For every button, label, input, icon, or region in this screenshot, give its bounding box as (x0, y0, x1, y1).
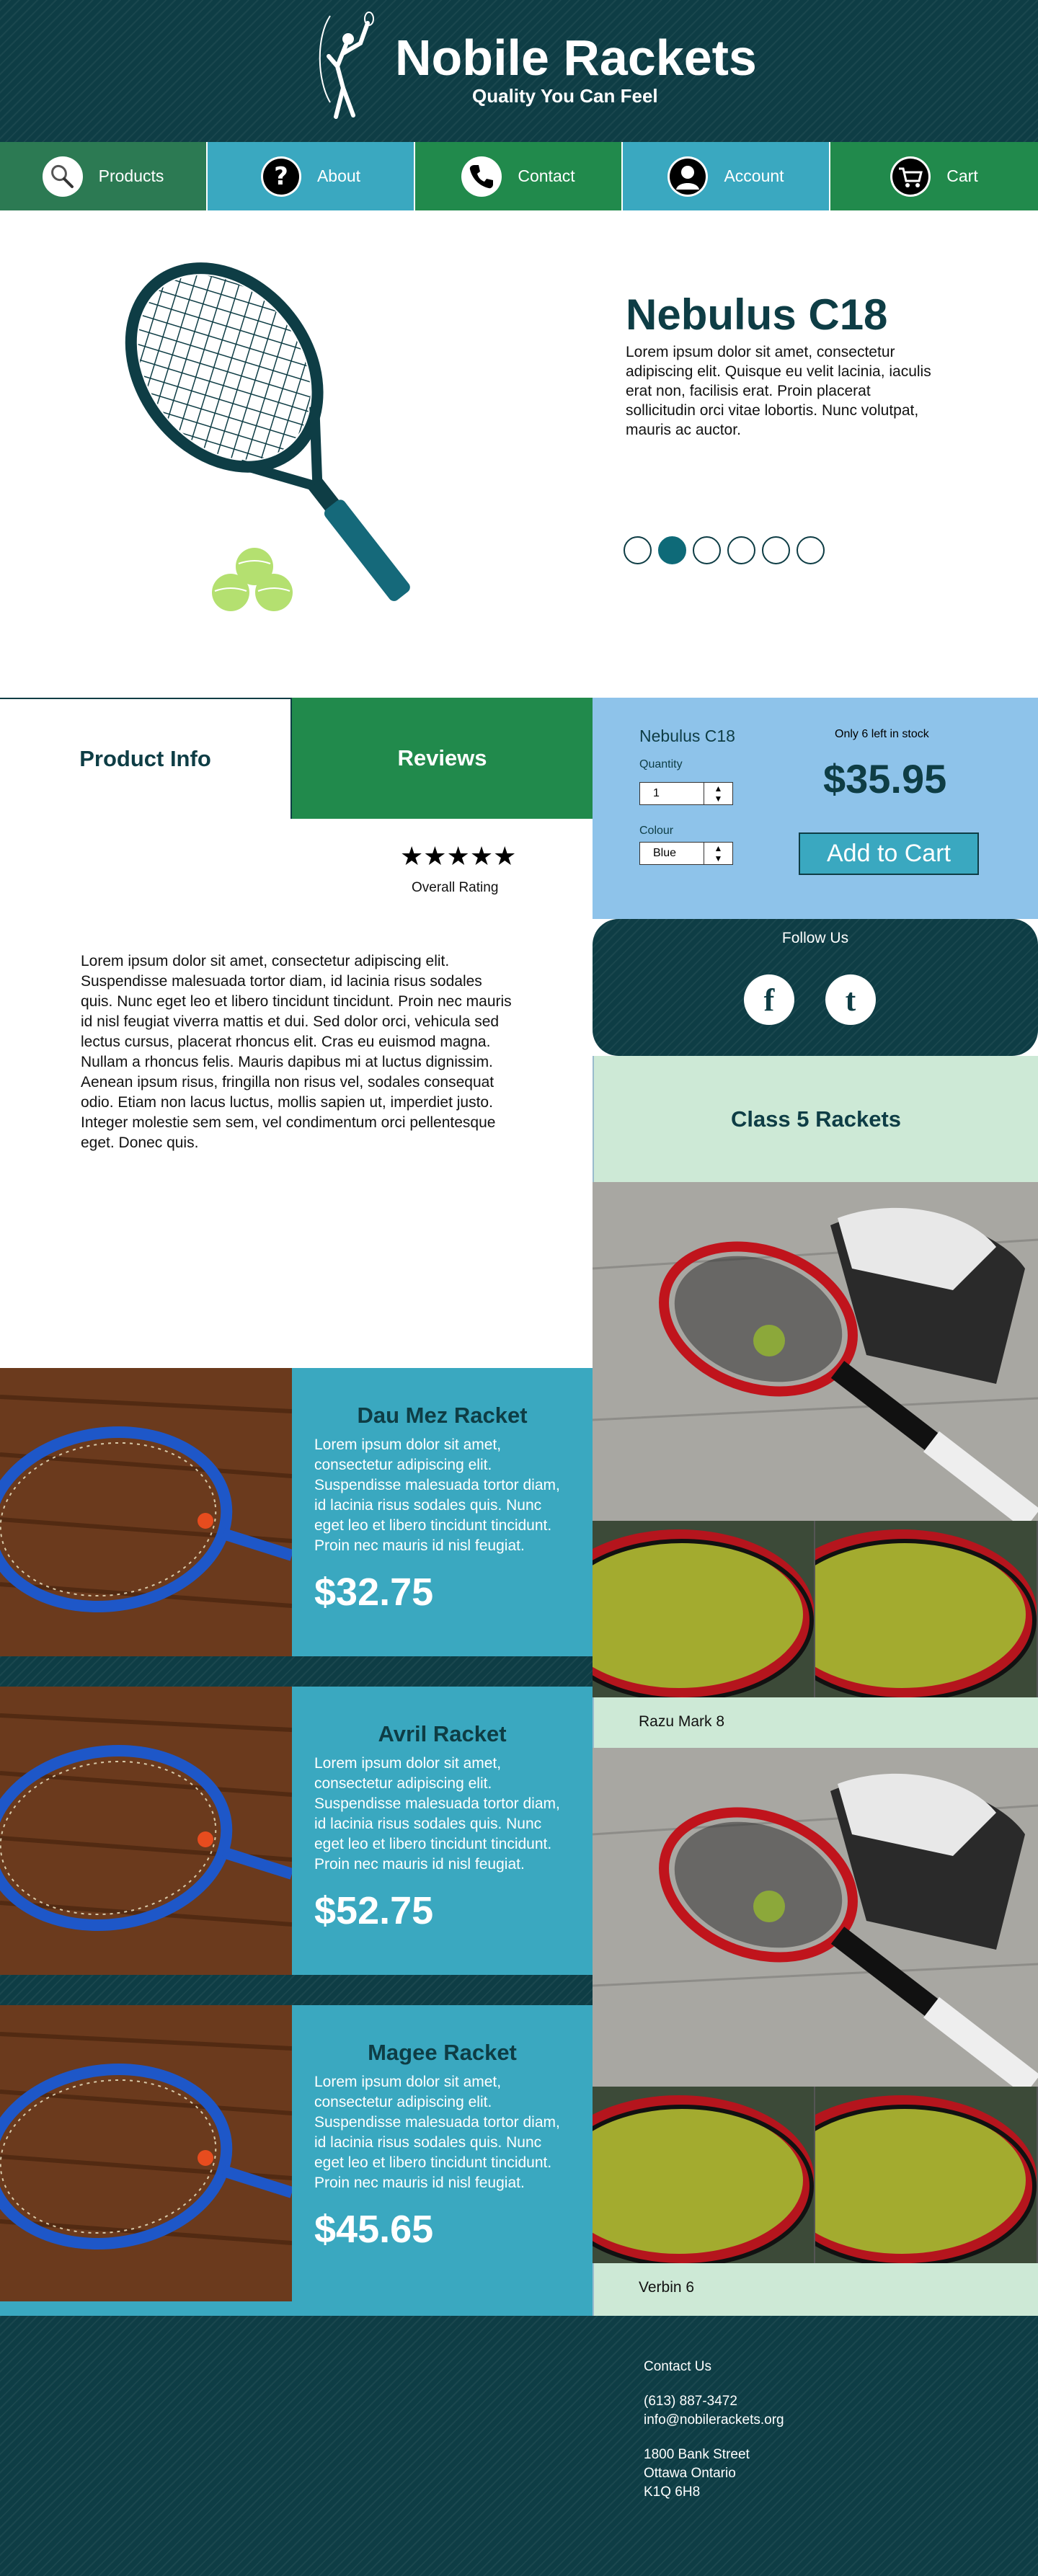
product-text: Lorem ipsum dolor sit amet, consectetur … (314, 1436, 560, 1554)
tab-label: Reviews (397, 745, 487, 770)
quantity-value: 1 (653, 787, 660, 799)
divider-band (0, 1975, 593, 2005)
nav-item-contact[interactable]: Contact (415, 142, 623, 210)
tab-reviews[interactable]: Reviews (292, 698, 593, 819)
site-footer: Contact Us (613) 887-3472 info@nobilerac… (0, 2316, 1038, 2576)
svg-text:?: ? (274, 162, 288, 191)
quantity-select[interactable]: 1 ▲ ▼ (639, 782, 733, 805)
divider-band (0, 1656, 593, 1687)
site-title: Nobile Rackets (395, 30, 757, 86)
sidebar-caption[interactable]: Verbin 6 (593, 2263, 1038, 2316)
nav-item-cart[interactable]: Cart (830, 142, 1038, 210)
nav-item-products[interactable]: Products (0, 142, 208, 210)
tab-product-info[interactable]: Product Info (0, 698, 292, 819)
hero-text: Lorem ipsum dolor sit amet, consectetur … (626, 344, 931, 438)
sidebar-racket-photo[interactable] (593, 1748, 1038, 2087)
product-price: $52.75 (314, 1889, 434, 1932)
footer-postal: K1Q 6H8 (644, 2484, 701, 2500)
tennis-player-icon (319, 12, 374, 119)
thumbnail-image[interactable] (593, 1521, 815, 1697)
sidebar-item-name: Razu Mark 8 (639, 1713, 725, 1730)
product-card[interactable]: Avril Racket Lorem ipsum dolor sit amet,… (0, 1687, 593, 1975)
footer-city: Ottawa Ontario (644, 2466, 736, 2481)
nav-label: Contact (518, 166, 575, 185)
product-name: Dau Mez Racket (357, 1403, 528, 1428)
updown-arrows-icon: ▲ ▼ (704, 843, 732, 864)
slider-dot[interactable] (727, 536, 755, 564)
sidebar-caption[interactable]: Razu Mark 8 (593, 1697, 1038, 1748)
product-card[interactable]: Dau Mez Racket Lorem ipsum dolor sit ame… (0, 1368, 593, 1656)
facebook-icon[interactable]: f (744, 974, 794, 1025)
purchase-product-name: Nebulus C18 (639, 727, 735, 745)
add-to-cart-button[interactable]: Add to Cart (799, 832, 979, 875)
product-tabs: Product Info Reviews ★★★★★ Overall Ratin… (0, 698, 593, 1368)
nav-label: Account (724, 166, 784, 185)
hero-slider: Nebulus C18 Lorem ipsum dolor sit amet, … (0, 210, 1038, 698)
nav-item-about[interactable]: ? About (208, 142, 415, 210)
product-name: Avril Racket (378, 1721, 507, 1746)
product-card[interactable]: Magee Racket Lorem ipsum dolor sit amet,… (0, 2005, 593, 2316)
question-icon: ? (260, 156, 301, 197)
thumbnail-image[interactable] (815, 1521, 1038, 1697)
product-price: $32.75 (314, 1571, 434, 1614)
tab-label: Product Info (79, 746, 211, 771)
slider-dot[interactable] (624, 536, 652, 564)
quantity-label: Quantity (639, 758, 683, 770)
product-image[interactable] (0, 1368, 292, 1656)
sidebar-thumbnails (593, 2087, 1038, 2263)
product-description: Lorem ipsum dolor sit amet, consectetur … (81, 953, 512, 1151)
updown-arrows-icon: ▲ ▼ (704, 783, 732, 804)
footer-phone[interactable]: (613) 887-3472 (644, 2394, 737, 2410)
product-image[interactable] (0, 1687, 292, 1975)
product-price: $35.95 (823, 756, 947, 801)
user-icon (667, 156, 709, 197)
star-rating: ★★★★★ (400, 841, 517, 871)
site-tagline: Quality You Can Feel (472, 85, 658, 107)
footer-email[interactable]: info@nobilerackets.org (644, 2412, 784, 2428)
slider-dot[interactable] (797, 536, 825, 564)
twitter-icon[interactable]: t (825, 974, 876, 1025)
slider-dot-active[interactable] (658, 536, 686, 564)
product-text: Lorem ipsum dolor sit amet, consectetur … (314, 2074, 560, 2191)
class-rackets-title: Class 5 Rackets (730, 1106, 902, 1132)
rating-label: Overall Rating (412, 880, 499, 895)
nav-label: Cart (946, 166, 978, 185)
colour-value: Blue (653, 847, 677, 859)
nav-label: About (316, 166, 361, 185)
follow-us-panel: Follow Us f t (593, 919, 1038, 1056)
sidebar-item-name: Verbin 6 (639, 2279, 695, 2296)
slider-dots (624, 536, 825, 564)
product-text: Lorem ipsum dolor sit amet, consectetur … (314, 1755, 560, 1873)
site-header: Nobile Rackets Quality You Can Feel (0, 0, 1038, 142)
cart-icon (890, 156, 931, 197)
product-price: $45.65 (314, 2208, 434, 2251)
sidebar-thumbnails (593, 1521, 1038, 1697)
hero-racket-image (125, 262, 410, 611)
racket-icon (42, 156, 83, 197)
follow-us-title: Follow Us (781, 930, 849, 946)
purchase-panel: Nebulus C18 Quantity 1 ▲ ▼ Colour Blue ▲ ▼… (593, 698, 1038, 919)
product-name: Magee Racket (368, 2040, 517, 2065)
product-image[interactable] (0, 2005, 292, 2301)
footer-heading: Contact Us (644, 2359, 711, 2374)
nav-label: Products (98, 166, 164, 185)
nav-item-account[interactable]: Account (623, 142, 830, 210)
colour-select[interactable]: Blue ▲ ▼ (639, 842, 733, 865)
colour-label: Colour (639, 825, 674, 837)
class-rackets-header: Class 5 Rackets (593, 1056, 1038, 1182)
hero-title: Nebulus C18 (626, 290, 888, 339)
footer-street: 1800 Bank Street (644, 2447, 750, 2462)
slider-dot[interactable] (693, 536, 721, 564)
slider-dot[interactable] (762, 536, 790, 564)
sidebar-racket-photo[interactable] (593, 1182, 1038, 1521)
stock-status: Only 6 left in stock (835, 728, 929, 740)
main-nav: Products ? About Contact Account Cart (0, 142, 1038, 210)
phone-icon (461, 156, 502, 197)
thumbnail-image[interactable] (815, 2087, 1038, 2263)
thumbnail-image[interactable] (593, 2087, 815, 2263)
